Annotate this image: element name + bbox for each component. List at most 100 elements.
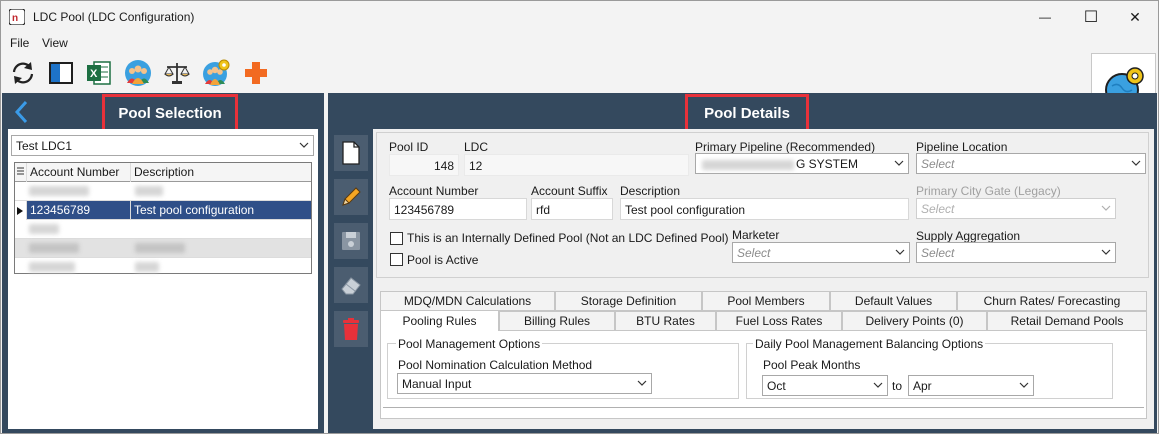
chevron-down-icon <box>873 382 883 388</box>
supply-aggregation-label: Supply Aggregation <box>916 229 1021 243</box>
users-settings-icon[interactable] <box>202 59 230 87</box>
internal-pool-checkbox[interactable] <box>390 232 403 245</box>
eraser-icon <box>341 277 361 295</box>
row-indicator-icon <box>15 201 27 220</box>
table-row[interactable] <box>15 239 311 258</box>
primary-pipeline-value: G SYSTEM <box>796 157 859 171</box>
tab-mdq-mdn-calculations[interactable]: MDQ/MDN Calculations <box>380 291 555 311</box>
panel-toggle-icon[interactable] <box>47 59 75 87</box>
chevron-down-icon <box>1101 249 1111 255</box>
primary-pipeline-select[interactable]: G SYSTEM <box>695 153 909 174</box>
delete-button[interactable] <box>334 311 368 347</box>
primary-pipeline-label: Primary Pipeline (Recommended) <box>695 140 876 154</box>
daily-balancing-title: Daily Pool Management Balancing Options <box>753 337 986 351</box>
description-label: Description <box>620 184 681 198</box>
maximize-button[interactable]: ☐ <box>1068 1 1114 33</box>
peak-to-label: to <box>892 379 903 393</box>
tab-storage-definition[interactable]: Storage Definition <box>555 291 702 311</box>
pool-details-body: Pool ID 148 LDC 12 Primary Pipeline (Rec… <box>373 129 1154 429</box>
pipeline-location-value: Select <box>921 157 955 171</box>
chevron-down-icon <box>1131 160 1141 166</box>
balance-scale-icon[interactable] <box>163 59 191 87</box>
save-button[interactable] <box>334 223 368 259</box>
pool-active-label: Pool is Active <box>407 253 479 267</box>
account-suffix-field[interactable]: rfd <box>531 198 613 220</box>
account-number-field[interactable]: 123456789 <box>389 198 527 220</box>
excel-icon[interactable]: X <box>85 59 113 87</box>
window-title: LDC Pool (LDC Configuration) <box>33 10 195 24</box>
primary-city-gate-value: Select <box>921 202 955 216</box>
grid-header-row: Account Number Description <box>15 163 311 182</box>
tab-pooling-rules[interactable]: Pooling Rules <box>380 310 499 332</box>
pool-active-checkbox[interactable] <box>390 253 403 266</box>
menu-file[interactable]: File <box>10 36 29 50</box>
ldc-select-value: Test LDC1 <box>16 139 73 153</box>
tab-btu-rates[interactable]: BTU Rates <box>615 311 716 331</box>
add-cross-icon[interactable] <box>242 59 270 87</box>
table-row[interactable] <box>15 182 311 201</box>
menu-view[interactable]: View <box>42 36 68 50</box>
pipeline-location-select[interactable]: Select <box>916 153 1146 174</box>
pool-selection-body: Test LDC1 Account Number Description 123… <box>8 129 318 429</box>
tab-fuel-loss-rates[interactable]: Fuel Loss Rates <box>716 311 842 331</box>
chevron-down-icon <box>299 142 309 148</box>
supply-aggregation-value: Select <box>921 246 955 260</box>
description-field[interactable]: Test pool configuration <box>620 198 909 220</box>
ldc-field: 12 <box>464 154 689 176</box>
table-row-selected[interactable]: 123456789 Test pool configuration <box>15 201 311 220</box>
collapse-left-icon[interactable] <box>12 99 30 125</box>
svg-text:X: X <box>90 68 98 80</box>
ldc-label: LDC <box>464 140 489 154</box>
peak-month-from-value: Oct <box>767 379 786 393</box>
peak-month-from-select[interactable]: Oct <box>762 375 888 396</box>
marketer-value: Select <box>737 246 771 260</box>
supply-aggregation-select[interactable]: Select <box>916 242 1116 263</box>
pool-details-title: Pool Details <box>685 94 809 132</box>
pool-grid: Account Number Description 123456789 Tes… <box>14 162 312 274</box>
grid-header-description[interactable]: Description <box>131 163 311 182</box>
pool-id-field: 148 <box>389 154 459 176</box>
tab-churn-rates-forecasting[interactable]: Churn Rates/ Forecasting <box>957 291 1147 311</box>
tab-delivery-points[interactable]: Delivery Points (0) <box>842 311 987 331</box>
pool-selection-header: Pool Selection <box>2 93 324 132</box>
grid-column-chooser-icon[interactable] <box>15 163 27 182</box>
chevron-down-icon <box>637 380 647 386</box>
users-icon[interactable] <box>124 59 152 87</box>
maximize-icon: ☐ <box>1083 9 1099 26</box>
nomination-method-select[interactable]: Manual Input <box>397 373 652 394</box>
chevron-down-icon <box>1019 382 1029 388</box>
clear-button[interactable] <box>334 267 368 303</box>
pooling-rules-content: Pool Management Options Pool Nomination … <box>380 331 1147 419</box>
app-window: n LDC Pool (LDC Configuration) — ☐ ✕ Fil… <box>0 0 1159 434</box>
minimize-button[interactable]: — <box>1022 1 1068 33</box>
pool-management-title: Pool Management Options <box>396 337 543 351</box>
tab-retail-demand-pools[interactable]: Retail Demand Pools <box>987 311 1147 331</box>
pool-details-header: Pool Details <box>328 93 1157 132</box>
selected-account-number: 123456789 <box>27 201 131 220</box>
ldc-select[interactable]: Test LDC1 <box>11 135 314 156</box>
peak-month-to-select[interactable]: Apr <box>908 375 1034 396</box>
app-logo-icon: n <box>9 9 25 25</box>
grid-header-account-number[interactable]: Account Number <box>27 163 131 182</box>
tab-pool-members[interactable]: Pool Members <box>702 291 830 311</box>
account-number-label: Account Number <box>389 184 479 198</box>
table-row[interactable] <box>15 220 311 239</box>
tab-billing-rules[interactable]: Billing Rules <box>499 311 615 331</box>
tab-default-values[interactable]: Default Values <box>830 291 957 311</box>
refresh-icon[interactable] <box>9 59 37 87</box>
close-button[interactable]: ✕ <box>1112 1 1158 33</box>
marketer-select[interactable]: Select <box>732 242 910 263</box>
title-bar: n LDC Pool (LDC Configuration) — ☐ ✕ <box>1 1 1158 33</box>
nomination-method-value: Manual Input <box>402 377 472 391</box>
save-disk-icon <box>342 232 360 250</box>
chevron-down-icon <box>895 249 905 255</box>
menu-bar: File View <box>1 33 1158 53</box>
pool-details-panel: Pool Details Pool ID 148 LDC 12 Primary … <box>328 93 1157 433</box>
pencil-icon <box>342 187 361 206</box>
edit-button[interactable] <box>334 179 368 215</box>
table-row[interactable] <box>15 258 311 277</box>
chevron-down-icon <box>894 160 904 166</box>
new-button[interactable] <box>334 135 368 171</box>
primary-city-gate-select: Select <box>916 198 1116 219</box>
minimize-icon: — <box>1039 10 1051 24</box>
